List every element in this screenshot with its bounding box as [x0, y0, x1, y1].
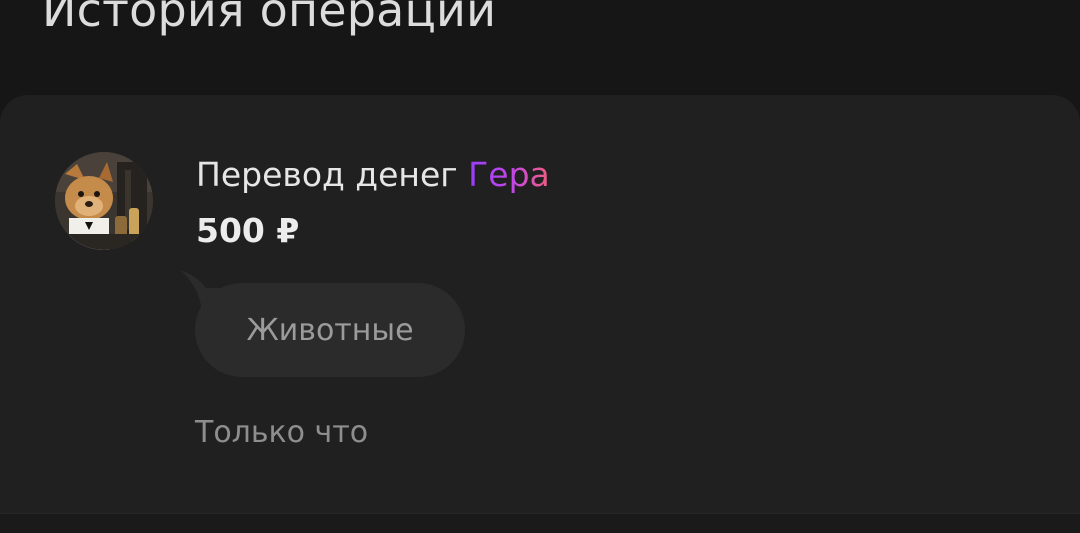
- operations-history-screen: История операций Перевод денег Гера 500 …: [0, 0, 1080, 533]
- message-text: Животные: [246, 312, 414, 348]
- user-avatar-photo-icon[interactable]: [55, 152, 153, 250]
- message-bubble: Животные: [195, 283, 465, 377]
- page-title: История операций: [42, 0, 497, 37]
- operation-amount: 500 ₽: [196, 211, 300, 250]
- operation-time: Только что: [195, 415, 369, 450]
- operation-title: Перевод денег Гера: [196, 153, 550, 197]
- next-section-edge: [0, 513, 1080, 533]
- recipient-name[interactable]: Гера: [468, 155, 550, 194]
- operation-type-label: Перевод денег: [196, 155, 458, 194]
- avatar-image: [55, 152, 153, 250]
